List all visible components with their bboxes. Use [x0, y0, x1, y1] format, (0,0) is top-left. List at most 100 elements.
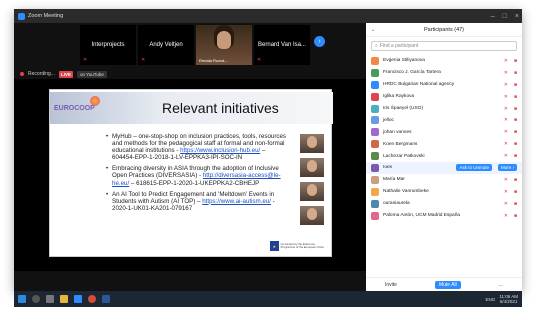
close-icon[interactable]: ×	[515, 13, 519, 20]
video-off-icon: ■	[513, 57, 517, 64]
participant-row[interactable]: HRDC Bulgarian National agency ✕ ■	[366, 79, 522, 91]
word-icon[interactable]	[102, 295, 110, 303]
eu-flag-icon: ★	[270, 241, 279, 251]
zoom-logo-icon	[18, 12, 25, 20]
chrome-icon[interactable]	[88, 295, 96, 303]
more-button[interactable]: More ›	[497, 164, 517, 172]
eu-funding-logo: ★ Co-funded by the Erasmus+ Programme of…	[270, 240, 326, 252]
participant-row[interactable]: Paloma Antón, UCM Madrid España ✕ ■	[366, 210, 522, 222]
video-off-icon: ■	[513, 69, 517, 76]
avatar	[371, 104, 379, 113]
list-item: An AI Tool to Predict Engagement and 'Me…	[106, 191, 289, 212]
participant-name: María Mar	[383, 177, 405, 183]
shared-screen: EUROCOOP Relevant initiatives MyHub – on…	[14, 79, 366, 271]
invite-button[interactable]: Invite	[385, 282, 397, 288]
participant-name: ouraniaurela	[383, 201, 410, 207]
video-off-icon: ■	[513, 81, 517, 88]
task-view-icon[interactable]	[46, 295, 54, 303]
tile-name: Bernard Van Isa...	[258, 42, 306, 48]
windows-taskbar: ENG 11:06 AM 6/4/2021	[14, 291, 522, 307]
muted-mic-icon: ✕	[503, 200, 508, 207]
participant-row[interactable]: María Mar ✕ ■	[366, 174, 522, 186]
participant-row[interactable]: Iris Śpaeyel (USO) ✕ ■	[366, 103, 522, 115]
avatar	[371, 68, 379, 77]
live-platform-dropdown[interactable]: on YouTube	[76, 70, 107, 78]
muted-mic-icon: ✕	[503, 129, 508, 136]
bullet-list: MyHub – one-stop-shop on inclusion pract…	[106, 133, 289, 216]
muted-mic-icon: ✕	[503, 105, 508, 112]
participant-row[interactable]: Nathalie Vanrumbeke ✕ ■	[366, 186, 522, 198]
muted-mic-icon: ✕	[503, 117, 508, 124]
participant-row[interactable]: ouraniaurela ✕ ■	[366, 198, 522, 210]
next-page-button[interactable]: ›	[314, 36, 325, 47]
tile-name: Interprojects	[91, 42, 125, 48]
participant-name: johan vannes	[383, 129, 412, 135]
zoom-window: Zoom Meeting – □ × Interprojects ✕ Andy …	[14, 9, 522, 291]
video-tile[interactable]: Interprojects ✕	[80, 25, 136, 65]
language-indicator[interactable]: ENG	[486, 297, 496, 302]
logo-star-icon	[90, 96, 100, 106]
person-photo	[300, 182, 324, 201]
start-icon[interactable]	[18, 295, 26, 303]
muted-mic-icon: ✕	[141, 57, 146, 63]
file-explorer-icon[interactable]	[60, 295, 68, 303]
participant-name: Francisco J. García Tartera	[383, 70, 441, 76]
participant-name: Ioes	[383, 165, 393, 171]
video-off-icon: ■	[513, 93, 517, 100]
participant-row[interactable]: jelloc ✕ ■	[366, 114, 522, 126]
link[interactable]: https://www.inclusion-hub.eu/	[180, 147, 260, 154]
clock[interactable]: 11:06 AM 6/4/2021	[499, 294, 518, 304]
participant-name: Iris Śpaeyel (USO)	[383, 106, 423, 111]
eurocoop-logo: EUROCOOP	[54, 94, 106, 122]
tile-name: Andy Veltjen	[149, 42, 183, 48]
participant-row[interactable]: Ioes Ask to Unmute More ›	[366, 162, 522, 174]
participant-name: Iglika Raykova	[383, 94, 415, 100]
video-off-icon: ■	[513, 105, 517, 112]
participant-list: Evgenia Stiliyanova ✕ ■ Francisco J. García…	[366, 55, 522, 221]
participant-row[interactable]: Lachezar Patkovski ✕ ■	[366, 150, 522, 162]
live-badge: LIVE	[58, 70, 73, 78]
video-off-icon: ■	[513, 117, 517, 124]
participant-name: HRDC Bulgarian National agency	[383, 82, 455, 88]
recording-icon	[20, 72, 24, 76]
mute-all-button[interactable]: Mute All	[434, 280, 461, 289]
muted-mic-icon: ✕	[503, 69, 508, 76]
title-bar: Zoom Meeting – □ ×	[14, 9, 522, 23]
list-item: Embracing diversity in ASIA through the …	[106, 165, 289, 186]
participant-row[interactable]: Koen Bergmans ✕ ■	[366, 138, 522, 150]
avatar	[371, 116, 379, 125]
video-tile[interactable]: Renata Rzovà...	[196, 25, 252, 65]
zoom-app-icon[interactable]	[74, 295, 82, 303]
avatar	[371, 128, 379, 137]
meeting-controls-bar	[14, 271, 366, 291]
recording-label[interactable]: Recording...	[28, 71, 55, 77]
person-photo	[300, 206, 324, 225]
participant-row[interactable]: Iglika Raykova ✕ ■	[366, 91, 522, 103]
chevron-down-icon[interactable]: ⌄	[371, 27, 375, 33]
search-icon[interactable]	[32, 295, 40, 303]
muted-mic-icon: ✕	[503, 176, 508, 183]
avatar	[371, 92, 379, 101]
participant-name: Lachezar Patkovski	[383, 153, 425, 159]
minimize-icon[interactable]: –	[491, 13, 495, 20]
video-tile[interactable]: Bernard Van Isa... ✕	[254, 25, 310, 65]
participant-row[interactable]: johan vannes ✕ ■	[366, 126, 522, 138]
participant-row[interactable]: Evgenia Stiliyanova ✕ ■	[366, 55, 522, 67]
participant-name: Evgenia Stiliyanova	[383, 58, 425, 64]
participant-name: Nathalie Vanrumbeke	[383, 189, 429, 195]
video-tile[interactable]: Andy Veltjen ✕	[138, 25, 194, 65]
search-input[interactable]: ⌕ Find a participant	[371, 41, 517, 51]
system-tray: ENG 11:06 AM 6/4/2021	[486, 291, 518, 307]
more-options-button[interactable]: ...	[499, 282, 503, 288]
ask-to-unmute-button[interactable]: Ask to Unmute	[456, 164, 492, 172]
participant-row[interactable]: Francisco J. García Tartera ✕ ■	[366, 67, 522, 79]
video-off-icon: ■	[513, 153, 517, 160]
maximize-icon[interactable]: □	[503, 13, 507, 20]
avatar	[371, 187, 379, 196]
avatar	[371, 163, 379, 172]
avatar	[371, 211, 379, 220]
avatar	[371, 140, 379, 149]
link[interactable]: https://www.ai-autism.eu/	[202, 198, 271, 205]
muted-mic-icon: ✕	[257, 57, 262, 63]
slide-title: Relevant initiatives	[162, 100, 279, 116]
